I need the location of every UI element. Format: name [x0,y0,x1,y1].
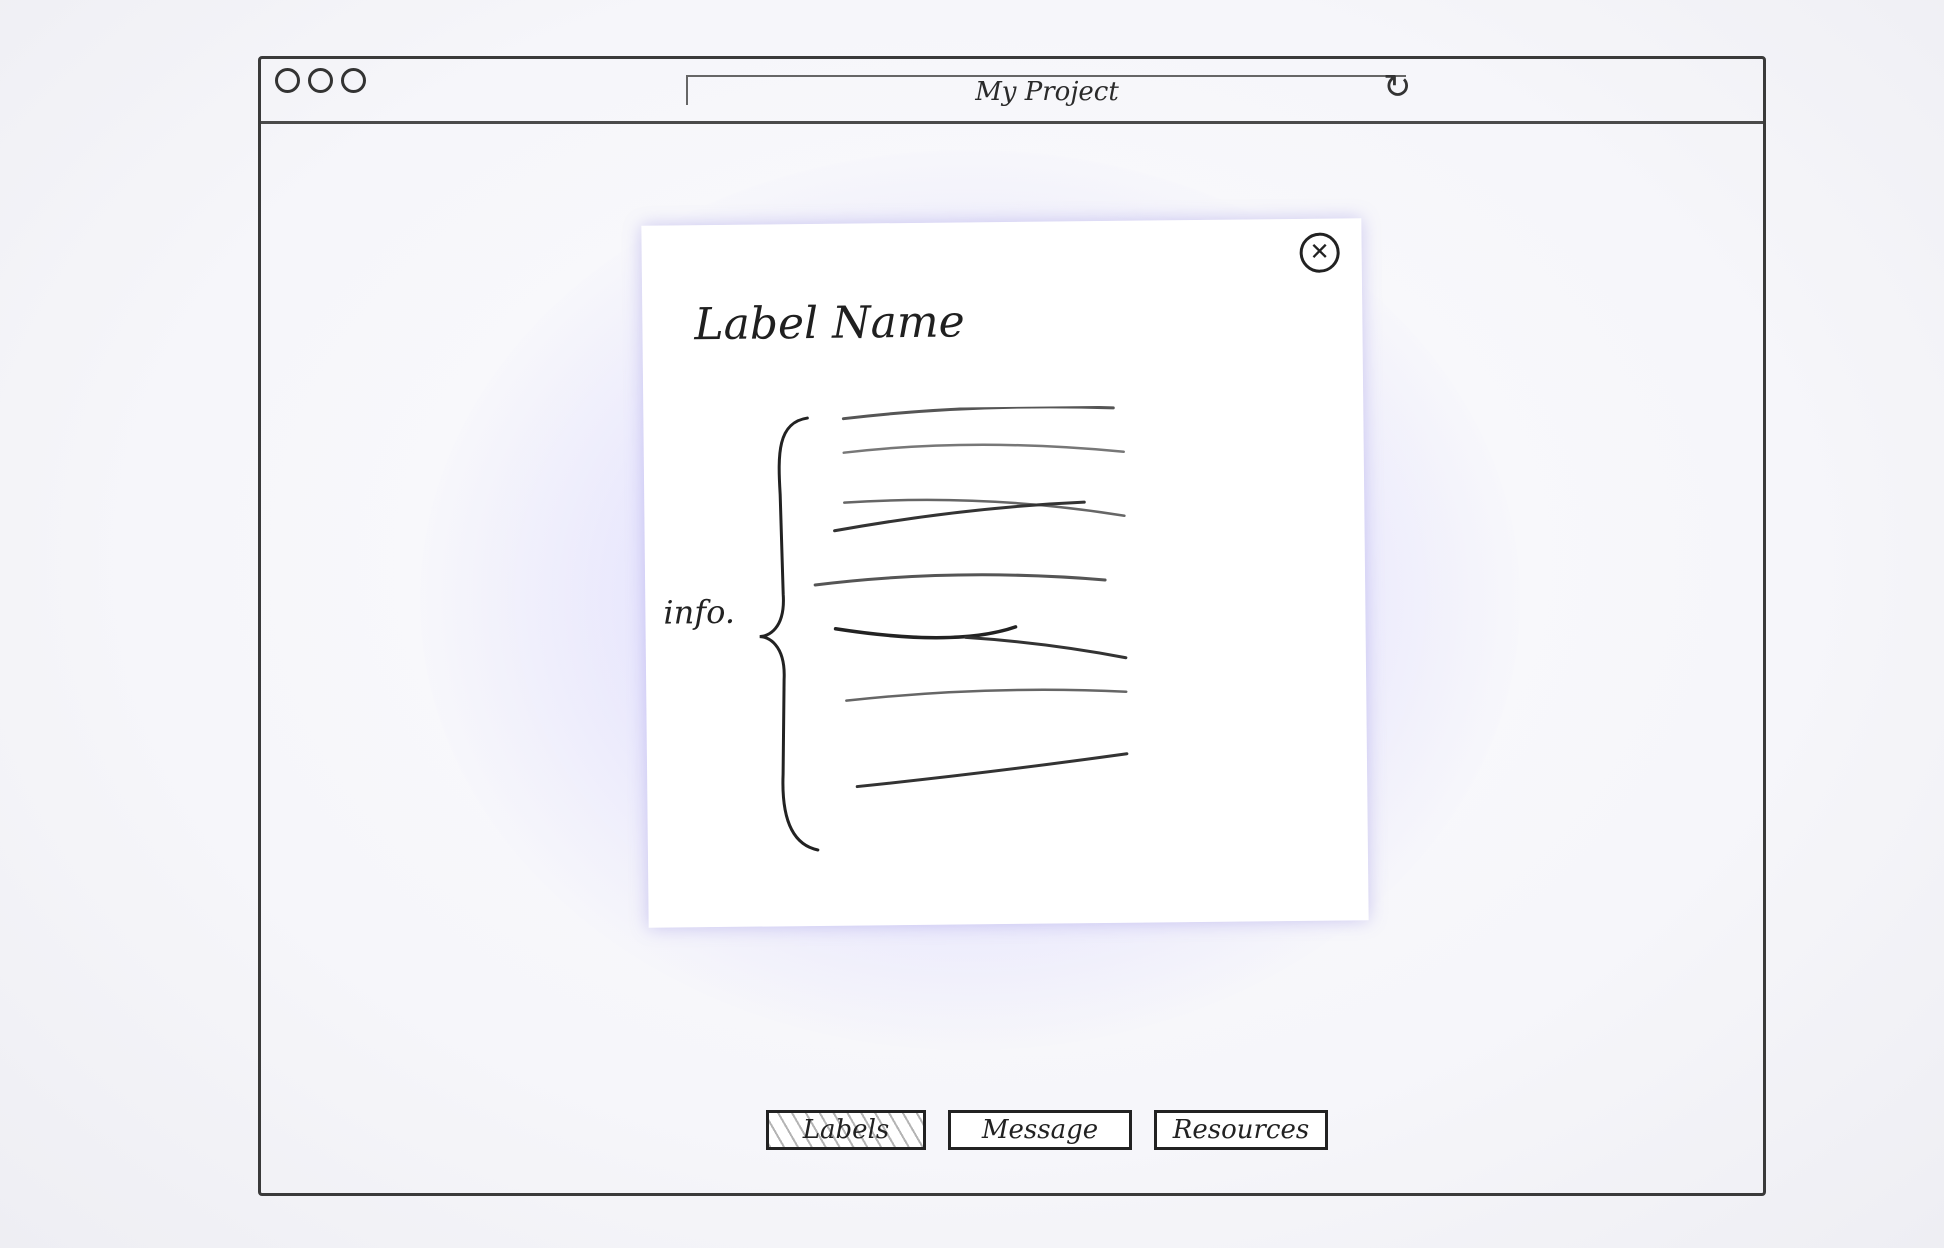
info-line [833,625,1018,640]
info-placeholder-lines [813,405,1129,789]
info-label: info. [663,592,736,632]
title-bar: My Project ↻ [261,59,1763,124]
tab-message-text: Message [981,1115,1099,1145]
tab-message[interactable]: Message [948,1110,1132,1150]
close-icon[interactable]: ✕ [1299,232,1340,273]
window-controls [275,68,366,93]
modal-title: Label Name [694,296,965,351]
tab-labels-text: Labels [802,1115,890,1145]
tab-resources-text: Resources [1172,1115,1310,1145]
info-line [813,573,1107,587]
label-modal: ✕ Label Name info. [641,218,1369,928]
info-line [841,405,1115,421]
minimize-window-button[interactable] [308,68,333,93]
info-line [855,752,1129,789]
info-line [964,635,1128,660]
reload-icon[interactable]: ↻ [1383,67,1412,107]
info-line [845,688,1128,702]
bottom-tab-bar: Labels Message Resources [766,1110,1328,1150]
info-line [842,443,1125,454]
window-title: My Project [975,77,1119,107]
tab-labels[interactable]: Labels [766,1110,926,1150]
tab-resources[interactable]: Resources [1154,1110,1328,1150]
maximize-window-button[interactable] [341,68,366,93]
close-window-button[interactable] [275,68,300,93]
address-bar[interactable]: My Project [686,75,1406,107]
